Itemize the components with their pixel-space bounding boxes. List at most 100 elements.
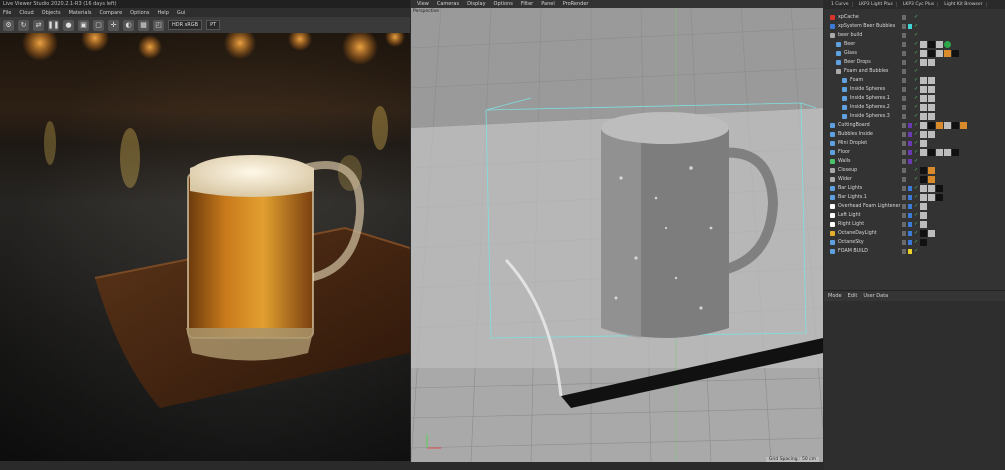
lv-menu-materials[interactable]: Materials xyxy=(69,10,92,16)
vp-menu-cameras[interactable]: Cameras xyxy=(437,1,459,7)
lv-menu-options[interactable]: Options xyxy=(130,10,149,16)
object-row[interactable]: Bar Lights ✓ xyxy=(824,184,1005,193)
visibility-toggle[interactable] xyxy=(902,150,906,155)
material-tag-icon[interactable] xyxy=(944,50,951,57)
visibility-toggle[interactable] xyxy=(902,159,906,164)
object-row[interactable]: OctaneSky ✓ xyxy=(824,238,1005,247)
material-tag-icon[interactable] xyxy=(920,104,927,111)
enabled-check-icon[interactable]: ✓ xyxy=(914,31,918,40)
visibility-toggle[interactable] xyxy=(902,177,906,182)
visibility-toggle[interactable] xyxy=(902,204,906,209)
object-row[interactable]: Wider ✓ xyxy=(824,175,1005,184)
enabled-check-icon[interactable]: ✓ xyxy=(914,22,918,31)
object-row[interactable]: Walls ✓ xyxy=(824,157,1005,166)
material-tag-icon[interactable] xyxy=(920,113,927,120)
material-tag-icon[interactable] xyxy=(920,50,927,57)
visibility-toggle[interactable] xyxy=(902,96,906,101)
material-tag-icon[interactable] xyxy=(920,59,927,66)
object-row[interactable]: Inside Spheres.3 ✓ xyxy=(824,112,1005,121)
material-tag-icon[interactable] xyxy=(920,212,927,219)
material-tag-icon[interactable] xyxy=(936,50,943,57)
material-tag-icon[interactable] xyxy=(920,131,927,138)
enabled-check-icon[interactable]: ✓ xyxy=(914,112,918,121)
object-row[interactable]: Beer ✓ xyxy=(824,40,1005,49)
enabled-check-icon[interactable]: ✓ xyxy=(914,175,918,184)
visibility-toggle[interactable] xyxy=(902,195,906,200)
object-row[interactable]: Bar Lights.1 ✓ xyxy=(824,193,1005,202)
enabled-check-icon[interactable]: ✓ xyxy=(914,229,918,238)
material-tag-icon[interactable] xyxy=(944,149,951,156)
material-tag-icon[interactable] xyxy=(920,122,927,129)
material-tag-icon[interactable] xyxy=(944,41,951,48)
object-row[interactable]: Mini Droplet ✓ xyxy=(824,139,1005,148)
settings-icon[interactable]: ⚙ xyxy=(3,19,14,31)
material-tag-icon[interactable] xyxy=(928,86,935,93)
visibility-toggle[interactable] xyxy=(902,123,906,128)
save-image-icon[interactable]: ◰ xyxy=(153,19,164,31)
enabled-check-icon[interactable]: ✓ xyxy=(914,166,918,175)
visibility-toggle[interactable] xyxy=(902,60,906,65)
material-tag-icon[interactable] xyxy=(928,59,935,66)
material-tag-icon[interactable] xyxy=(920,203,927,210)
object-row[interactable]: Inside Spheres.2 ✓ xyxy=(824,103,1005,112)
enabled-check-icon[interactable]: ✓ xyxy=(914,247,918,256)
visibility-toggle[interactable] xyxy=(902,132,906,137)
object-row[interactable]: Foam and Bubbles ✓ xyxy=(824,67,1005,76)
object-row[interactable]: beer build ✓ xyxy=(824,31,1005,40)
enabled-check-icon[interactable]: ✓ xyxy=(914,184,918,193)
lock-icon[interactable]: ▣ xyxy=(78,19,89,31)
visibility-toggle[interactable] xyxy=(902,186,906,191)
enabled-check-icon[interactable]: ✓ xyxy=(914,58,918,67)
material-tag-icon[interactable] xyxy=(928,167,935,174)
enabled-check-icon[interactable]: ✓ xyxy=(914,13,918,22)
material-tag-icon[interactable] xyxy=(928,50,935,57)
object-row[interactable]: Overhead Foam Lightener ✓ xyxy=(824,202,1005,211)
visibility-toggle[interactable] xyxy=(902,168,906,173)
tab-lkp3-cyc-plus[interactable]: LKP3 Cyc Plus xyxy=(900,2,939,7)
enabled-check-icon[interactable]: ✓ xyxy=(914,238,918,247)
enabled-check-icon[interactable]: ✓ xyxy=(914,94,918,103)
object-row[interactable]: xpSystem Beer Bubbles ✓ xyxy=(824,22,1005,31)
vp-menu-filter[interactable]: Filter xyxy=(521,1,533,7)
record-icon[interactable]: ● xyxy=(63,19,74,31)
visibility-toggle[interactable] xyxy=(902,249,906,254)
enabled-check-icon[interactable]: ✓ xyxy=(914,220,918,229)
attr-menu-edit[interactable]: Edit xyxy=(848,293,858,299)
material-tag-icon[interactable] xyxy=(920,140,927,147)
material-tag-icon[interactable] xyxy=(928,41,935,48)
material-tag-icon[interactable] xyxy=(928,113,935,120)
object-row[interactable]: Right Light ✓ xyxy=(824,220,1005,229)
visibility-toggle[interactable] xyxy=(902,240,906,245)
material-tag-icon[interactable] xyxy=(936,41,943,48)
enabled-check-icon[interactable]: ✓ xyxy=(914,202,918,211)
pause-icon[interactable]: ❚❚ xyxy=(48,19,59,31)
material-tag-icon[interactable] xyxy=(936,185,943,192)
enabled-check-icon[interactable]: ✓ xyxy=(914,193,918,202)
enabled-check-icon[interactable]: ✓ xyxy=(914,148,918,157)
lv-menu-file[interactable]: File xyxy=(3,10,11,16)
object-row[interactable]: FOAM BUILD ✓ xyxy=(824,247,1005,256)
material-tag-icon[interactable] xyxy=(928,131,935,138)
subsample-icon[interactable]: ▦ xyxy=(138,19,149,31)
visibility-toggle[interactable] xyxy=(902,42,906,47)
material-tag-icon[interactable] xyxy=(920,185,927,192)
visibility-toggle[interactable] xyxy=(902,33,906,38)
visibility-toggle[interactable] xyxy=(902,213,906,218)
object-row[interactable]: Left Light ✓ xyxy=(824,211,1005,220)
vp-menu-display[interactable]: Display xyxy=(467,1,485,7)
material-tag-icon[interactable] xyxy=(936,149,943,156)
enabled-check-icon[interactable]: ✓ xyxy=(914,67,918,76)
material-tag-icon[interactable] xyxy=(952,50,959,57)
material-tag-icon[interactable] xyxy=(928,230,935,237)
enabled-check-icon[interactable]: ✓ xyxy=(914,85,918,94)
vp-menu-panel[interactable]: Panel xyxy=(541,1,555,7)
visibility-toggle[interactable] xyxy=(902,69,906,74)
material-tag-icon[interactable] xyxy=(928,95,935,102)
visibility-toggle[interactable] xyxy=(902,24,906,29)
attr-menu-mode[interactable]: Mode xyxy=(828,293,842,299)
material-tag-icon[interactable] xyxy=(944,122,951,129)
lv-menu-compare[interactable]: Compare xyxy=(99,10,122,16)
visibility-toggle[interactable] xyxy=(902,222,906,227)
material-tag-icon[interactable] xyxy=(920,239,927,246)
enabled-check-icon[interactable]: ✓ xyxy=(914,40,918,49)
